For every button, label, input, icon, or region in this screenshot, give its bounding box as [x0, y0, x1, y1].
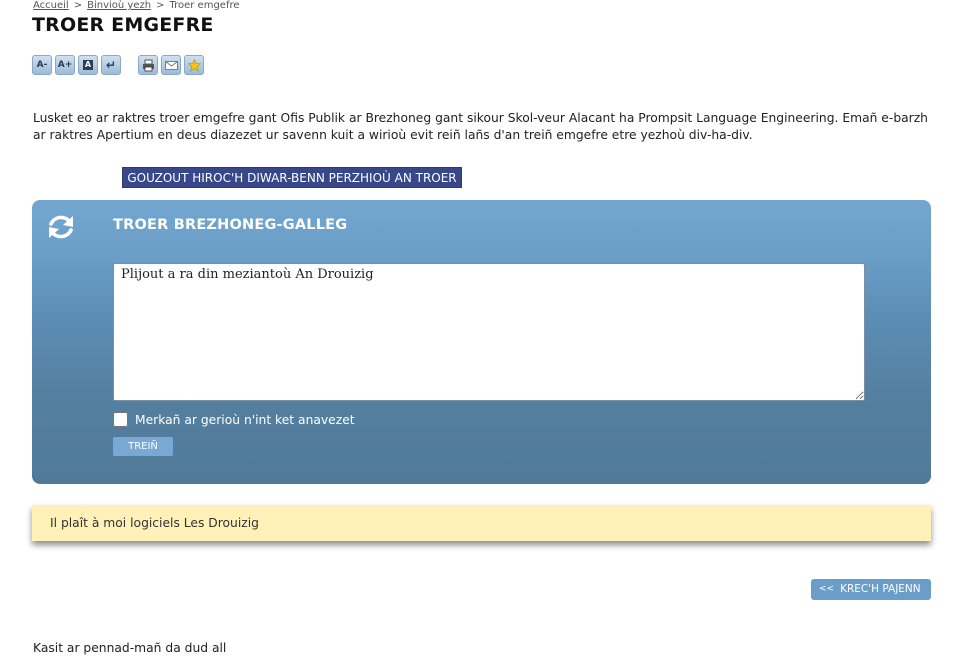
- font-decrease-icon[interactable]: A-: [32, 55, 52, 75]
- breadcrumb-current: Troer emgefre: [169, 0, 240, 11]
- return-glyph: ↵: [105, 58, 117, 72]
- share-article-text: Kasit ar pennad-mañ da dud all: [33, 641, 227, 655]
- print-icon[interactable]: [138, 55, 158, 75]
- envelope-glyph: [164, 60, 178, 70]
- mail-icon[interactable]: [161, 55, 181, 75]
- page-title: TROER EMGEFRE: [32, 14, 214, 36]
- font-increase-label: A+: [57, 59, 73, 70]
- breadcrumb-language-tools-link[interactable]: Binvioù yezh: [87, 0, 151, 11]
- breadcrumb-separator: >: [156, 0, 165, 11]
- about-translator-button[interactable]: GOUZOUT HIROC'H DIWAR-BENN PERZHIOÙ AN T…: [122, 167, 462, 188]
- star-glyph: [187, 58, 201, 72]
- printer-glyph: [142, 59, 154, 71]
- favorite-icon[interactable]: [184, 55, 204, 75]
- back-to-top-button[interactable]: << KREC'H PAJENN: [811, 579, 931, 600]
- mark-unknown-checkbox[interactable]: [113, 412, 128, 427]
- breadcrumb-home-link[interactable]: Accueil: [33, 0, 69, 11]
- intro-paragraph: Lusket eo ar raktres troer emgefre gant …: [33, 111, 928, 142]
- contrast-icon[interactable]: A: [78, 55, 98, 75]
- refresh-icon: [49, 215, 73, 239]
- back-to-top-label: KREC'H PAJENN: [840, 583, 921, 595]
- accessibility-toolbar: A- A+ A ↵: [32, 55, 207, 75]
- translation-result: Il plaît à moi logiciels Les Drouizig: [32, 505, 931, 541]
- breadcrumb-separator: >: [73, 0, 83, 11]
- source-text-input[interactable]: Plijout a ra din meziantoù An Drouizig: [113, 263, 865, 401]
- return-icon[interactable]: ↵: [101, 55, 121, 75]
- font-decrease-label: A-: [36, 59, 48, 70]
- mark-unknown-label: Merkañ ar gerioù n'int ket anavezet: [135, 412, 355, 427]
- mark-unknown-option[interactable]: Merkañ ar gerioù n'int ket anavezet: [113, 412, 355, 427]
- translator-title: TROER BREZHONEG-GALLEG: [113, 217, 348, 233]
- contrast-label: A: [82, 60, 94, 70]
- translate-button[interactable]: TREIÑ: [113, 437, 173, 456]
- chevron-left-icon: <<: [819, 584, 835, 594]
- translator-panel: TROER BREZHONEG-GALLEG Plijout a ra din …: [32, 200, 931, 484]
- breadcrumb: Accueil > Binvioù yezh > Troer emgefre: [33, 0, 240, 11]
- font-increase-icon[interactable]: A+: [55, 55, 75, 75]
